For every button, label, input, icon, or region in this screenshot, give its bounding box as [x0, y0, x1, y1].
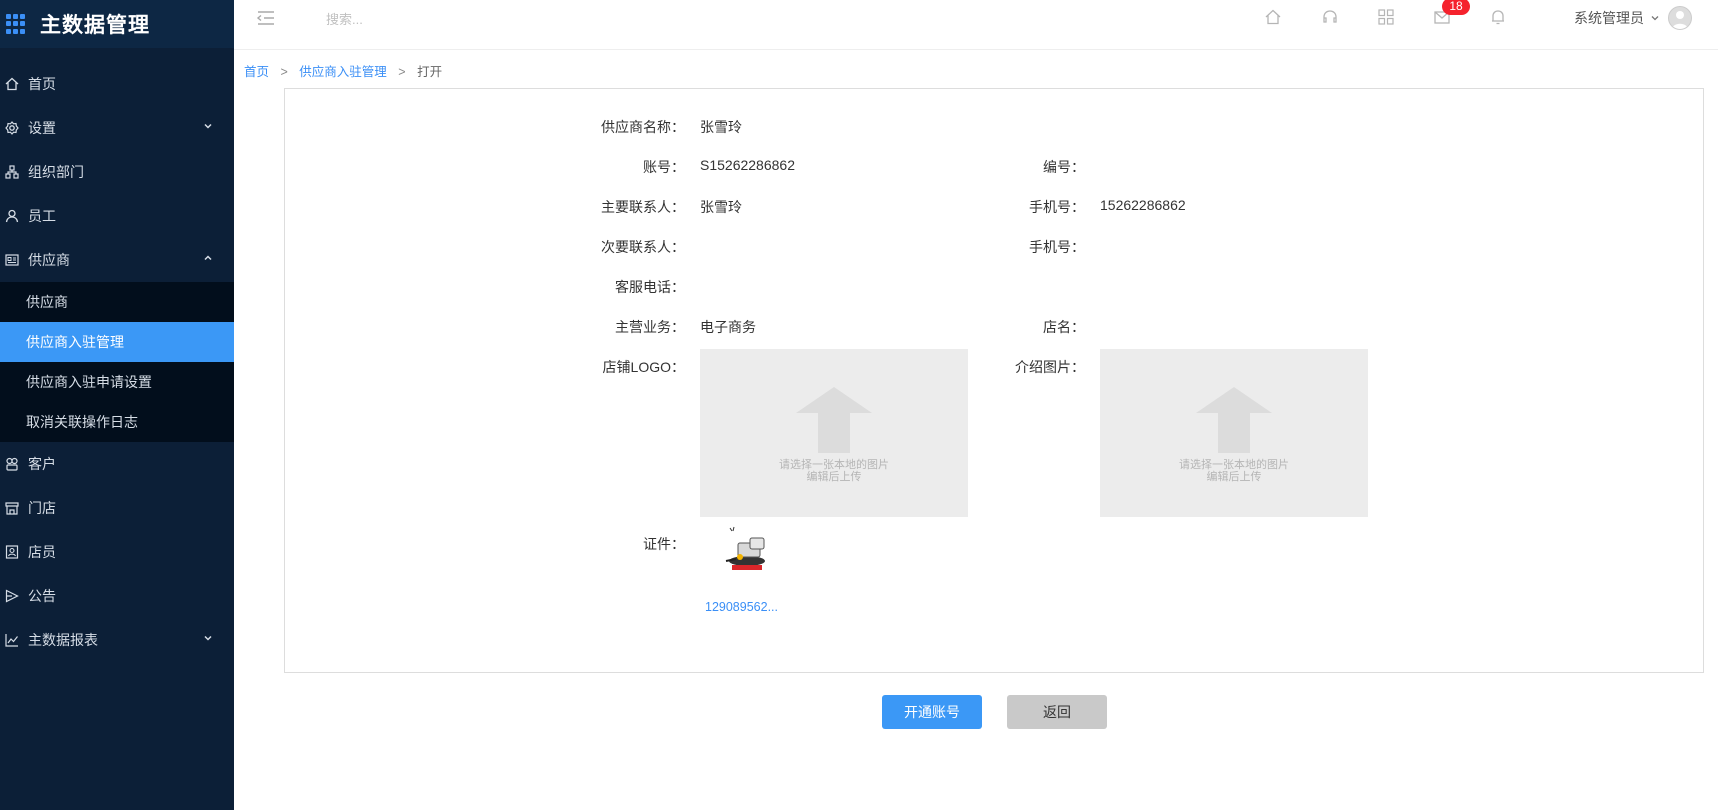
- certificate-thumbnail[interactable]: [722, 525, 772, 577]
- chart-icon: [4, 632, 20, 648]
- sidebar-item-label: 首页: [28, 76, 56, 92]
- search-input[interactable]: [326, 8, 526, 30]
- supplier-name-label: 供应商名称：: [601, 119, 685, 135]
- intro-image-label: 介绍图片：: [1015, 359, 1085, 375]
- submenu-item-supplier-onboarding[interactable]: 供应商入驻管理: [0, 322, 234, 362]
- certificate-label: 证件：: [643, 536, 685, 552]
- menu-toggle-icon[interactable]: [256, 8, 276, 28]
- secondary-contact-label: 次要联系人：: [601, 239, 685, 255]
- certificate-file-link[interactable]: 129089562...: [705, 600, 778, 614]
- sidebar-nav: 首页 设置 组织部门 员工 供应商 供应商 供应商入驻管理 供应商入驻申请设置 …: [0, 48, 234, 662]
- home-icon[interactable]: [1264, 8, 1282, 26]
- mobile-label: 手机号：: [1029, 199, 1085, 215]
- submenu-item-onboarding-settings[interactable]: 供应商入驻申请设置: [0, 362, 234, 402]
- breadcrumb: 首页 > 供应商入驻管理 > 打开: [244, 61, 442, 80]
- customers-icon: [4, 456, 20, 472]
- chevron-down-icon: [1651, 16, 1659, 21]
- shop-logo-label: 店铺LOGO：: [602, 359, 685, 375]
- sidebar-item-clerks[interactable]: 店员: [0, 530, 234, 574]
- chevron-down-icon: [204, 123, 212, 129]
- sidebar-item-stores[interactable]: 门店: [0, 486, 234, 530]
- sidebar-item-label: 供应商: [28, 252, 70, 268]
- breadcrumb-parent-link[interactable]: 供应商入驻管理: [299, 65, 387, 79]
- megaphone-icon: [4, 588, 20, 604]
- top-header: 18 系统管理员: [234, 0, 1718, 50]
- org-icon: [4, 164, 20, 180]
- shop-name-label: 店名：: [1043, 319, 1085, 335]
- upload-arrow-icon: [1196, 387, 1272, 453]
- bell-icon[interactable]: [1489, 8, 1507, 26]
- sidebar-item-label: 主数据报表: [28, 632, 98, 648]
- upload-arrow-icon: [796, 387, 872, 453]
- service-phone-label: 客服电话：: [615, 279, 685, 295]
- mail-count-badge: 18: [1442, 0, 1470, 15]
- chevron-up-icon: [204, 255, 212, 261]
- mobile2-label: 手机号：: [1029, 239, 1085, 255]
- sidebar-item-home[interactable]: 首页: [0, 62, 234, 106]
- account-value: S15262286862: [700, 157, 795, 173]
- sidebar-item-label: 设置: [28, 120, 56, 136]
- sidebar-item-label: 店员: [28, 544, 56, 560]
- store-icon: [4, 500, 20, 516]
- breadcrumb-separator: >: [280, 65, 288, 79]
- intro-image-upload[interactable]: 请选择一张本地的图片 编辑后上传: [1100, 349, 1368, 517]
- headset-icon[interactable]: [1321, 8, 1339, 26]
- sidebar: 主数据管理 首页 设置 组织部门 员工 供应商 供应商 供应商入驻管理 供应商入…: [0, 0, 234, 810]
- account-label: 账号：: [643, 159, 685, 175]
- sidebar-item-label: 公告: [28, 588, 56, 604]
- breadcrumb-home-link[interactable]: 首页: [244, 65, 269, 79]
- primary-contact-value: 张雪玲: [700, 199, 742, 215]
- chevron-down-icon: [204, 635, 212, 641]
- apps-grid-icon[interactable]: [1377, 8, 1395, 26]
- sidebar-item-announcements[interactable]: 公告: [0, 574, 234, 618]
- gear-icon: [4, 120, 20, 136]
- sidebar-item-label: 门店: [28, 500, 56, 516]
- supplier-detail-panel: 供应商名称： 张雪玲 账号： S15262286862 编号： 主要联系人： 张…: [284, 88, 1704, 673]
- id-card-icon: [4, 252, 20, 268]
- user-name: 系统管理员: [1574, 10, 1644, 26]
- logo-bar: 主数据管理: [0, 0, 234, 48]
- breadcrumb-separator: >: [398, 65, 406, 79]
- back-button[interactable]: 返回: [1007, 695, 1107, 729]
- upload-hint: 请选择一张本地的图片 编辑后上传: [1179, 459, 1289, 483]
- sidebar-item-label: 组织部门: [28, 164, 84, 180]
- sidebar-item-settings[interactable]: 设置: [0, 106, 234, 150]
- avatar-person-icon: [1672, 11, 1688, 29]
- supplier-name-value: 张雪玲: [700, 119, 742, 135]
- main-business-label: 主营业务：: [615, 319, 685, 335]
- code-label: 编号：: [1043, 159, 1085, 175]
- mobile-value: 15262286862: [1100, 197, 1186, 213]
- app-grid-icon[interactable]: [6, 14, 26, 34]
- app-title: 主数据管理: [40, 14, 150, 37]
- sidebar-item-customers[interactable]: 客户: [0, 442, 234, 486]
- main-business-value: 电子商务: [700, 319, 756, 335]
- sidebar-item-org[interactable]: 组织部门: [0, 150, 234, 194]
- sidebar-item-employees[interactable]: 员工: [0, 194, 234, 238]
- supplier-submenu: 供应商 供应商入驻管理 供应商入驻申请设置 取消关联操作日志: [0, 282, 234, 442]
- open-account-button[interactable]: 开通账号: [882, 695, 982, 729]
- primary-contact-label: 主要联系人：: [601, 199, 685, 215]
- home-icon: [4, 76, 20, 92]
- shop-logo-upload[interactable]: 请选择一张本地的图片 编辑后上传: [700, 349, 968, 517]
- sidebar-item-suppliers[interactable]: 供应商: [0, 238, 234, 282]
- sidebar-item-reports[interactable]: 主数据报表: [0, 618, 234, 662]
- clerk-icon: [4, 544, 20, 560]
- user-menu[interactable]: 系统管理员: [1574, 6, 1692, 30]
- breadcrumb-current: 打开: [417, 65, 443, 79]
- avatar[interactable]: [1668, 6, 1692, 30]
- sidebar-item-label: 员工: [28, 208, 56, 224]
- user-icon: [4, 208, 20, 224]
- submenu-item-unlink-log[interactable]: 取消关联操作日志: [0, 402, 234, 442]
- submenu-item-suppliers[interactable]: 供应商: [0, 282, 234, 322]
- sidebar-item-label: 客户: [28, 456, 56, 472]
- upload-hint: 请选择一张本地的图片 编辑后上传: [779, 459, 889, 483]
